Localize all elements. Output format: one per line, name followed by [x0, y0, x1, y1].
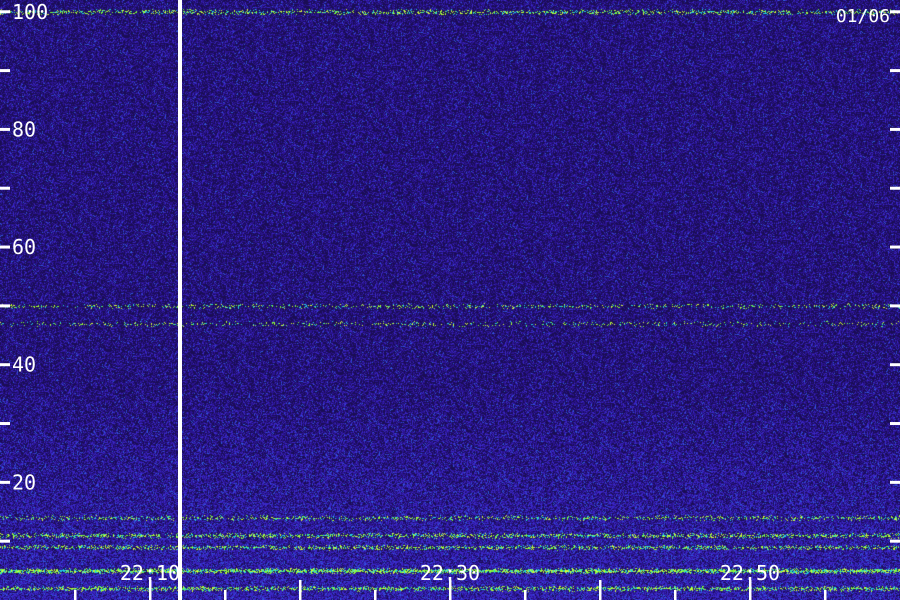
chart-overlay: 01/06 100 80 60 40 20 22:10 22:30 22:50 [0, 0, 900, 600]
x-tick [299, 580, 302, 600]
y-tick-label: 20 [12, 470, 36, 494]
y-tick-left [0, 245, 10, 249]
y-tick-right [890, 422, 900, 426]
y-tick-label: 80 [12, 117, 36, 141]
x-tick [74, 590, 77, 600]
y-axis-right [890, 10, 900, 543]
y-tick-left [0, 69, 10, 73]
y-tick-right [890, 10, 900, 14]
y-tick-left [0, 422, 10, 426]
y-tick-right [890, 539, 900, 543]
y-tick-right [890, 186, 900, 190]
x-tick [824, 590, 827, 600]
x-tick [224, 590, 227, 600]
time-marker-line [178, 0, 182, 600]
y-tick-left [0, 304, 10, 308]
y-tick-right [890, 363, 900, 367]
date-label: 01/06 [836, 6, 890, 27]
y-tick-left [0, 363, 10, 367]
x-axis: 22:10 22:30 22:50 [74, 561, 827, 600]
x-tick [524, 590, 527, 600]
y-tick-left [0, 539, 10, 543]
y-tick-right [890, 245, 900, 249]
y-axis-left: 100 80 60 40 20 [0, 0, 48, 543]
y-tick-right [890, 480, 900, 484]
y-tick-left [0, 186, 10, 190]
y-tick-left [0, 10, 10, 14]
y-tick-right [890, 304, 900, 308]
x-tick-label: 22:10 [120, 561, 180, 585]
x-tick [674, 590, 677, 600]
y-tick-left [0, 480, 10, 484]
y-tick-left [0, 127, 10, 131]
y-tick-right [890, 127, 900, 131]
x-tick [374, 590, 377, 600]
y-tick-label: 40 [12, 353, 36, 377]
y-tick-label: 100 [12, 0, 48, 24]
x-tick-label: 22:30 [420, 561, 480, 585]
y-tick-label: 60 [12, 235, 36, 259]
x-tick [599, 580, 602, 600]
x-tick-label: 22:50 [720, 561, 780, 585]
spectrogram-chart: 01/06 100 80 60 40 20 22:10 22:30 22:50 [0, 0, 900, 600]
y-tick-right [890, 69, 900, 73]
